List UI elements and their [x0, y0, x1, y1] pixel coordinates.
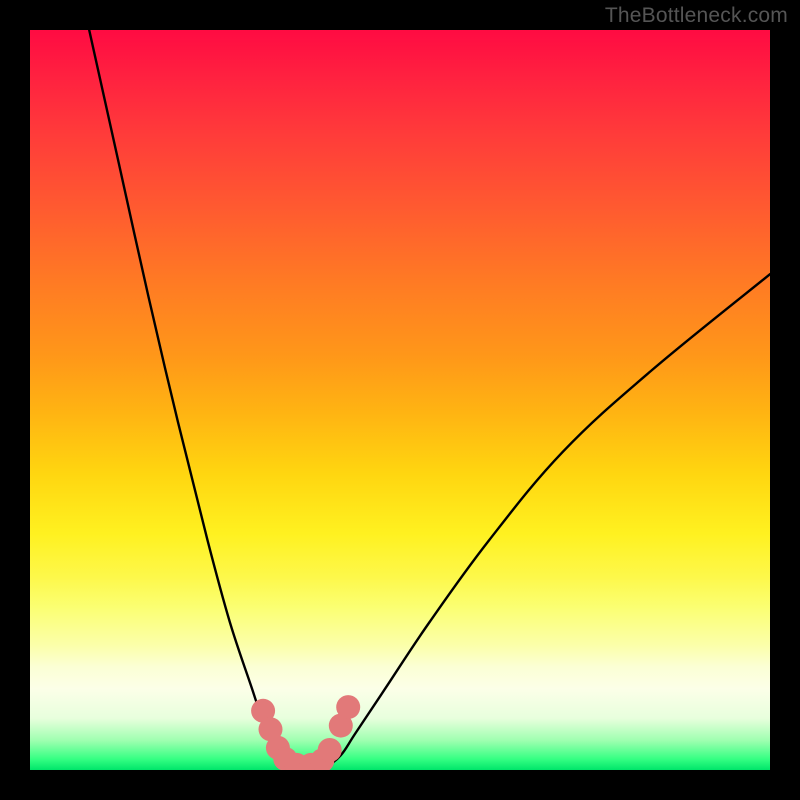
chart-frame: TheBottleneck.com: [0, 0, 800, 800]
bottleneck-curve: [89, 30, 770, 770]
curve-layer: [30, 30, 770, 770]
highlight-dot: [318, 738, 342, 762]
plot-area: [30, 30, 770, 770]
watermark-text: TheBottleneck.com: [605, 4, 788, 28]
highlight-dot: [336, 695, 360, 719]
